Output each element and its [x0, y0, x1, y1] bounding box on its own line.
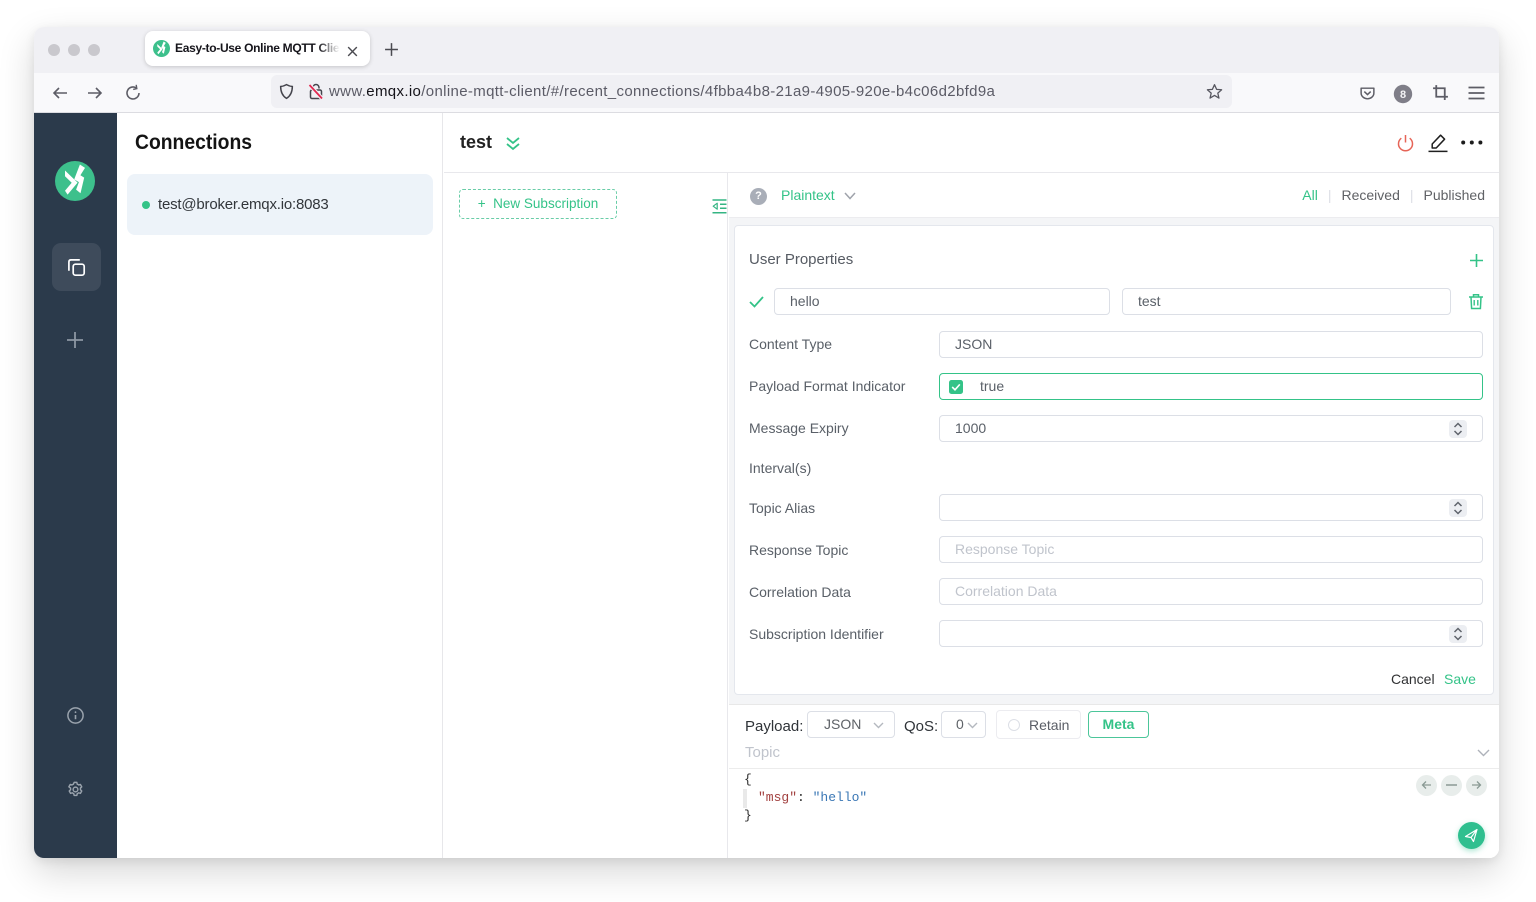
- svg-text:8: 8: [1400, 89, 1406, 101]
